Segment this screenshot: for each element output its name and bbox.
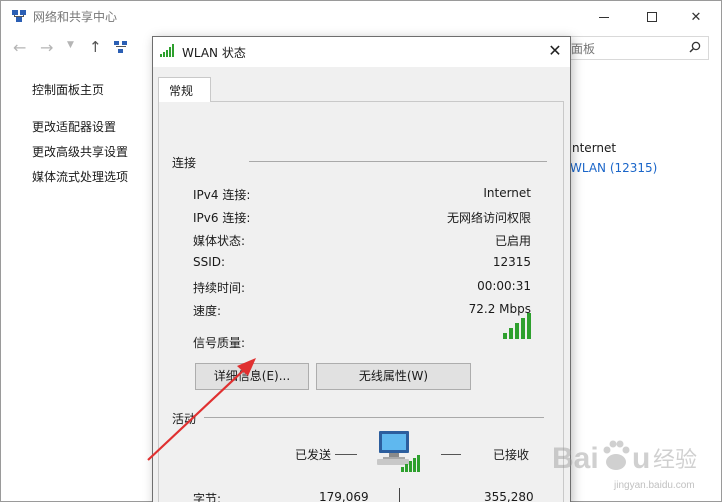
ipv4-label: IPv4 连接: [193,188,251,202]
received-line [441,454,461,455]
access-type-value: nternet [572,141,617,155]
bytes-label: 字节: [193,492,222,502]
up-arrow-icon[interactable]: ↑ [89,38,102,56]
dialog-close-button[interactable]: ✕ [545,41,565,61]
search-icon[interactable] [689,41,701,53]
bytes-separator [399,488,400,502]
back-arrow-icon[interactable]: ← [13,38,26,57]
wireless-properties-button[interactable]: 无线属性(W) [316,363,471,390]
forward-arrow-icon[interactable]: → [40,38,53,57]
signal-bar [509,328,513,339]
svg-text:u: u [632,442,650,475]
tab-general-label: 常规 [169,84,194,98]
connection-section-label: 连接 [172,156,197,170]
ssid-label: SSID: [193,255,226,269]
signal-quality-label: 信号质量: [193,336,246,350]
wlan-status-dialog: WLAN 状态 ✕ 常规 连接 IPv4 连接: Internet IPv6 连… [152,36,571,502]
sent-line [335,454,357,455]
search-placeholder: 面板 [571,42,596,56]
recent-locations-chevron-icon[interactable]: ▼ [67,40,74,50]
wlan-connection-link[interactable]: WLAN (12315) [570,161,657,175]
signal-bar [521,318,525,339]
details-button[interactable]: 详细信息(E)... [195,363,309,390]
sidebar-item-adapter-settings[interactable]: 更改适配器设置 [32,118,116,135]
tab-general[interactable]: 常规 [158,77,211,102]
close-button[interactable]: ✕ [673,3,719,31]
svg-text:Bai: Bai [552,442,599,475]
address-network-icon [114,41,127,53]
sent-label: 已发送 [295,448,332,462]
ipv6-label: IPv6 连接: [193,211,251,225]
signal-strength-icon [503,313,531,339]
title-bar: 网络和共享中心 ✕ [1,1,721,32]
section-divider [204,417,544,418]
dialog-title: WLAN 状态 [182,46,246,60]
signal-bar [515,323,519,339]
speed-label: 速度: [193,304,222,318]
sidebar-item-media-streaming[interactable]: 媒体流式处理选项 [32,168,128,185]
maximize-button[interactable] [629,3,675,31]
dialog-body: 常规 连接 IPv4 连接: Internet IPv6 连接: 无网络访问权限… [153,67,570,502]
ssid-value: 12315 [492,255,531,269]
general-panel: 连接 IPv4 连接: Internet IPv6 连接: 无网络访问权限 媒体… [158,101,564,502]
sidebar-item-advanced-sharing[interactable]: 更改高级共享设置 [32,143,128,160]
watermark-url: jingyan.baidu.com [614,480,695,491]
minimize-button[interactable] [581,3,627,31]
svg-text:经验: 经验 [653,448,697,473]
network-computer-icon [377,431,420,472]
section-divider [249,161,547,162]
window-title: 网络和共享中心 [33,10,118,24]
media-state-value: 已启用 [494,234,531,248]
wifi-signal-icon [160,44,174,57]
duration-value: 00:00:31 [477,279,531,293]
media-state-label: 媒体状态: [193,234,246,248]
ipv4-value: Internet [483,186,531,200]
duration-label: 持续时间: [193,281,246,295]
received-label: 已接收 [493,448,530,462]
activity-section-label: 活动 [172,412,197,426]
baidu-watermark-logo: Bai u 经验 [552,440,697,475]
dialog-title-bar: WLAN 状态 ✕ [153,37,570,67]
bytes-sent-value: 179,069 [319,490,369,502]
signal-bar [503,333,507,339]
ipv6-value: 无网络访问权限 [446,211,531,225]
network-icon [12,10,26,22]
control-panel-home-link[interactable]: 控制面板主页 [32,81,104,98]
bytes-received-value: 355,280 [484,490,534,502]
signal-bar [527,313,531,339]
